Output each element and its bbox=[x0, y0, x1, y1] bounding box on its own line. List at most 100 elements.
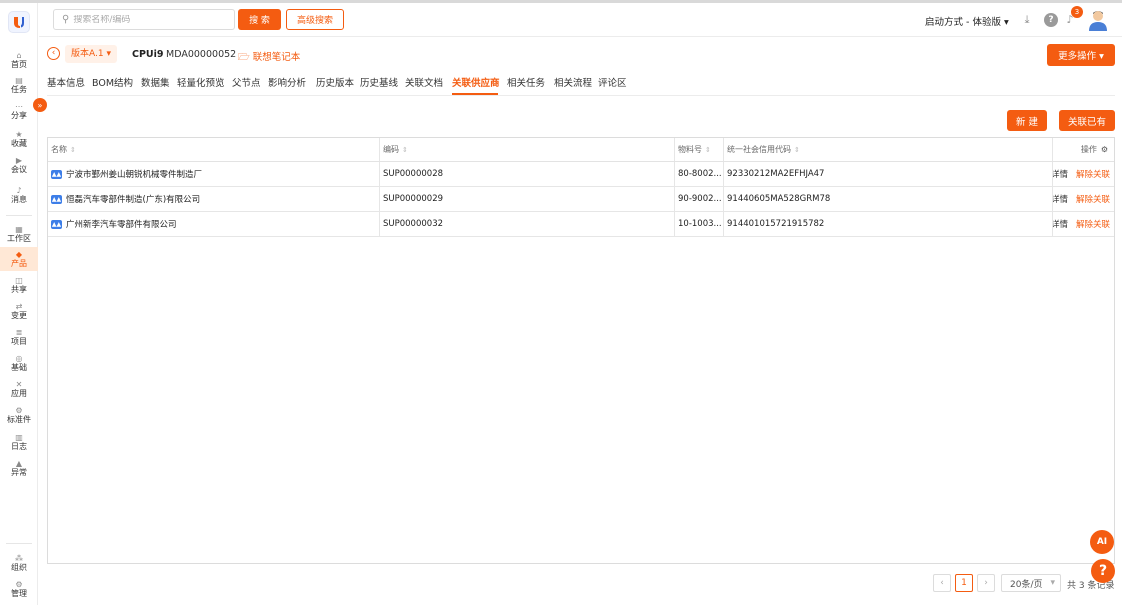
cell-actions: 详情 解除关联 bbox=[1053, 212, 1114, 236]
sidebar-item-warning[interactable]: ▲ 异常 bbox=[0, 456, 38, 480]
sidebar-item-video[interactable]: ▶ 会议 bbox=[0, 153, 38, 177]
floating-help-button[interactable]: ? bbox=[1091, 559, 1115, 583]
column-header-code[interactable]: 编码 ⇕ bbox=[380, 138, 675, 161]
sidebar-item-label: 变更 bbox=[11, 310, 27, 320]
tab-3[interactable]: 轻量化预览 bbox=[177, 75, 225, 89]
tab-5[interactable]: 影响分析 bbox=[268, 75, 306, 89]
prev-page-button[interactable]: ‹ bbox=[933, 574, 951, 592]
sidebar-item-base[interactable]: ◎ 基础 bbox=[0, 351, 38, 375]
sidebar-item-change[interactable]: ⇄ 变更 bbox=[0, 299, 38, 323]
sort-icon[interactable]: ⇕ bbox=[70, 146, 76, 154]
version-dropdown[interactable]: 版本A.1 ▾ bbox=[65, 45, 117, 63]
search-input[interactable] bbox=[73, 14, 234, 25]
cell-credit-code: 914401015721915782 bbox=[724, 212, 1053, 236]
cell-credit-code: 92330212MA2EFHJA47 bbox=[724, 162, 1053, 186]
unlink-link[interactable]: 解除关联 bbox=[1076, 193, 1110, 205]
cell-code: SUP00000028 bbox=[380, 162, 675, 186]
table-row[interactable]: ▲▲ 恒磊汽车零部件制造(广东)有限公司 SUP00000029 90-9002...… bbox=[48, 187, 1114, 212]
tab-9[interactable]: 关联供应商 bbox=[452, 75, 500, 89]
gear-icon: ⚙ bbox=[15, 405, 23, 415]
sidebar-item-label: 消息 bbox=[11, 194, 27, 204]
sidebar-item-label: 组织 bbox=[11, 562, 27, 572]
tab-10[interactable]: 相关任务 bbox=[507, 75, 545, 89]
app-logo[interactable] bbox=[8, 11, 30, 33]
more-actions-button[interactable]: 更多操作 ▾ bbox=[1047, 44, 1115, 66]
back-icon[interactable]: ‹ bbox=[47, 47, 60, 60]
product-category-link[interactable]: 🗁 联想笔记本 bbox=[238, 49, 300, 66]
column-label: 名称 bbox=[51, 145, 67, 154]
sidebar-item-gear[interactable]: ⚙ 标准件 bbox=[0, 403, 38, 427]
tab-8[interactable]: 关联文档 bbox=[405, 75, 443, 89]
tab-6[interactable]: 历史版本 bbox=[316, 75, 354, 89]
sidebar-item-task[interactable]: ▤ 任务 bbox=[0, 73, 38, 97]
cell-name[interactable]: ▲▲ 恒磊汽车零部件制造(广东)有限公司 bbox=[48, 187, 380, 211]
advanced-search-button[interactable]: 高级搜索 bbox=[286, 9, 344, 30]
share-icon: ⋯ bbox=[15, 101, 23, 111]
supplier-name: 宁波市鄞州姜山朝锐机械零件制造厂 bbox=[66, 170, 203, 180]
column-header-name[interactable]: 名称 ⇕ bbox=[48, 138, 380, 161]
unlink-link[interactable]: 解除关联 bbox=[1076, 218, 1110, 230]
link-existing-button[interactable]: 关联已有 bbox=[1059, 110, 1115, 131]
tab-4[interactable]: 父节点 bbox=[232, 75, 261, 89]
sidebar-item-apps[interactable]: ✕ 应用 bbox=[0, 377, 38, 401]
search-button[interactable]: 搜 索 bbox=[238, 9, 281, 30]
tab-11[interactable]: 相关流程 bbox=[554, 75, 592, 89]
detail-link[interactable]: 详情 bbox=[1053, 218, 1068, 230]
detail-link[interactable]: 详情 bbox=[1053, 193, 1068, 205]
tab-7[interactable]: 历史基线 bbox=[360, 75, 398, 89]
org-icon: ⁂ bbox=[15, 553, 23, 563]
column-header-material[interactable]: 物料号 ⇕ bbox=[675, 138, 724, 161]
table-row[interactable]: ▲▲ 宁波市鄞州姜山朝锐机械零件制造厂 SUP00000028 80-8002... 9… bbox=[48, 162, 1114, 187]
sidebar-item-label: 工作区 bbox=[7, 233, 31, 243]
sidebar-item-settings[interactable]: ⚙ 管理 bbox=[0, 577, 38, 601]
workspace-icon: ▦ bbox=[15, 224, 23, 234]
detail-link[interactable]: 详情 bbox=[1053, 168, 1068, 180]
sidebar-item-label: 项目 bbox=[11, 336, 27, 346]
download-icon[interactable]: ⤓ bbox=[1020, 13, 1034, 27]
sidebar-item-shared[interactable]: ◫ 共享 bbox=[0, 273, 38, 297]
sidebar-item-log[interactable]: ▥ 日志 bbox=[0, 430, 38, 454]
sidebar-item-label: 产品 bbox=[11, 258, 27, 268]
table-row[interactable]: ▲▲ 广州新李汽车零部件有限公司 SUP00000032 10-1003... 9144… bbox=[48, 212, 1114, 237]
launch-mode-dropdown[interactable]: 启动方式 - 体验版 ▾ bbox=[925, 14, 1009, 28]
avatar[interactable] bbox=[1087, 8, 1109, 32]
sidebar-item-workspace[interactable]: ▦ 工作区 bbox=[0, 222, 38, 246]
sidebar-item-label: 任务 bbox=[11, 84, 27, 94]
search-box[interactable]: ⚲ bbox=[53, 9, 235, 30]
settings-icon: ⚙ bbox=[15, 579, 23, 589]
cell-name[interactable]: ▲▲ 宁波市鄞州姜山朝锐机械零件制造厂 bbox=[48, 162, 380, 186]
tab-bar: 基本信息 BOM结构 数据集 轻量化预览 父节点 影响分析 历史版本 历史基线 关联文档 关联供应… bbox=[47, 69, 1115, 96]
sidebar-item-project[interactable]: ≣ 项目 bbox=[0, 325, 38, 349]
sort-icon[interactable]: ⇕ bbox=[402, 146, 408, 154]
page-size-select[interactable]: 20条/页 ▾ bbox=[1001, 574, 1061, 592]
page-number-button[interactable]: 1 bbox=[955, 574, 973, 592]
supplier-name: 广州新李汽车零部件有限公司 bbox=[66, 220, 177, 230]
sidebar-item-org[interactable]: ⁂ 组织 bbox=[0, 551, 38, 575]
table-header: 名称 ⇕ 编码 ⇕ 物料号 ⇕ 统一社会信用代码 ⇕ 操作 ⚙ bbox=[48, 138, 1114, 162]
unlink-link[interactable]: 解除关联 bbox=[1076, 168, 1110, 180]
sidebar-item-star[interactable]: ★ 收藏 bbox=[0, 127, 38, 151]
notification-badge: 3 bbox=[1071, 6, 1083, 18]
column-header-actions: 操作 ⚙ bbox=[1053, 138, 1114, 161]
ai-assistant-button[interactable]: AI bbox=[1090, 530, 1114, 554]
tab-0[interactable]: 基本信息 bbox=[47, 75, 85, 89]
sidebar-item-bell[interactable]: ♪ 消息 bbox=[0, 183, 38, 207]
home-icon: ⌂ bbox=[16, 50, 22, 60]
tab-1[interactable]: BOM结构 bbox=[92, 75, 133, 89]
sort-icon[interactable]: ⇕ bbox=[794, 146, 800, 154]
sidebar-expand-button[interactable]: » bbox=[33, 98, 47, 112]
tab-12[interactable]: 评论区 bbox=[598, 75, 627, 89]
new-button[interactable]: 新 建 bbox=[1007, 110, 1047, 131]
column-header-credit-code[interactable]: 统一社会信用代码 ⇕ bbox=[724, 138, 1053, 161]
cell-name[interactable]: ▲▲ 广州新李汽车零部件有限公司 bbox=[48, 212, 380, 236]
column-settings-icon[interactable]: ⚙ bbox=[1101, 145, 1108, 154]
sidebar-item-label: 分享 bbox=[11, 110, 27, 120]
sidebar-item-home[interactable]: ⌂ 首页 bbox=[0, 48, 38, 72]
warning-icon: ▲ bbox=[15, 458, 23, 468]
sort-icon[interactable]: ⇕ bbox=[705, 146, 711, 154]
help-icon[interactable]: ? bbox=[1044, 13, 1058, 27]
next-page-button[interactable]: › bbox=[977, 574, 995, 592]
sidebar-item-product[interactable]: ◆ 产品 bbox=[0, 247, 38, 271]
tab-2[interactable]: 数据集 bbox=[141, 75, 170, 89]
cell-code: SUP00000032 bbox=[380, 212, 675, 236]
